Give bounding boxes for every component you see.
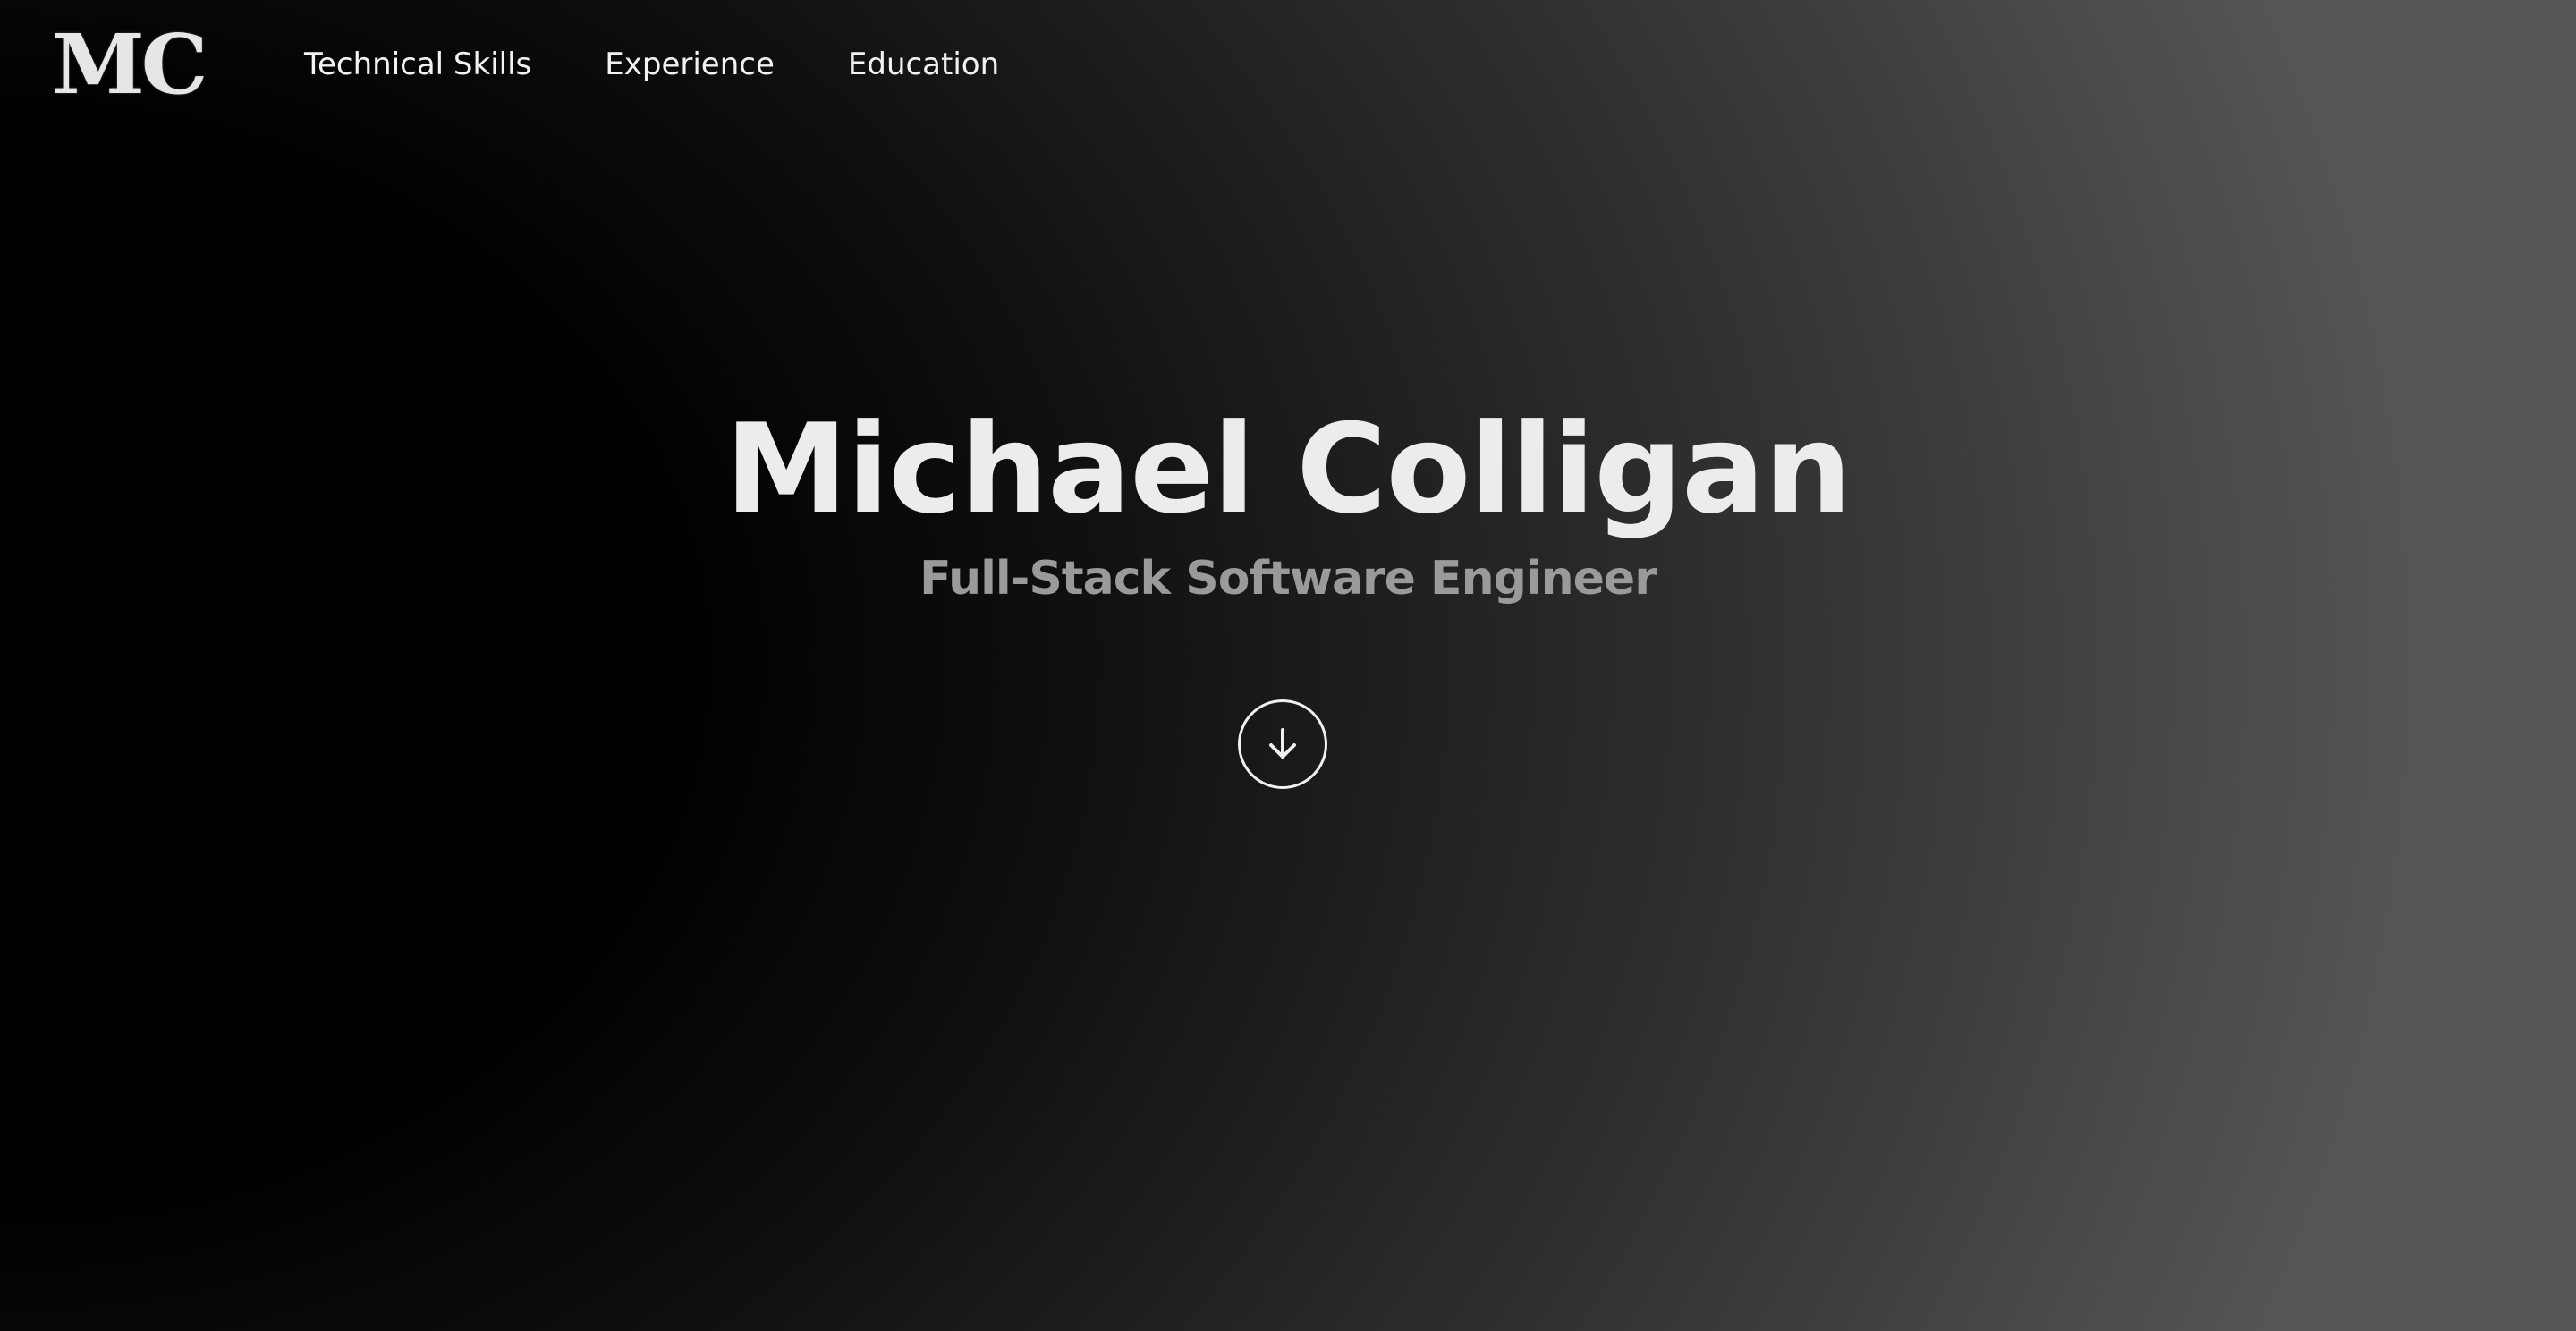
- arrow-down-icon: [1269, 728, 1296, 759]
- hero-title: Michael Colligan: [724, 397, 1852, 541]
- nav-link-education[interactable]: Education: [848, 43, 999, 86]
- nav-link-technical-skills[interactable]: Technical Skills: [304, 43, 531, 86]
- main-nav: Technical Skills Experience Education: [304, 43, 1072, 86]
- nav-link-experience[interactable]: Experience: [605, 43, 775, 86]
- site-logo[interactable]: MC: [52, 20, 208, 109]
- scroll-down-button[interactable]: [1238, 699, 1327, 789]
- hero-section: Michael Colligan Full-Stack Software Eng…: [0, 394, 2576, 610]
- hero-subtitle: Full-Stack Software Engineer: [919, 552, 1657, 606]
